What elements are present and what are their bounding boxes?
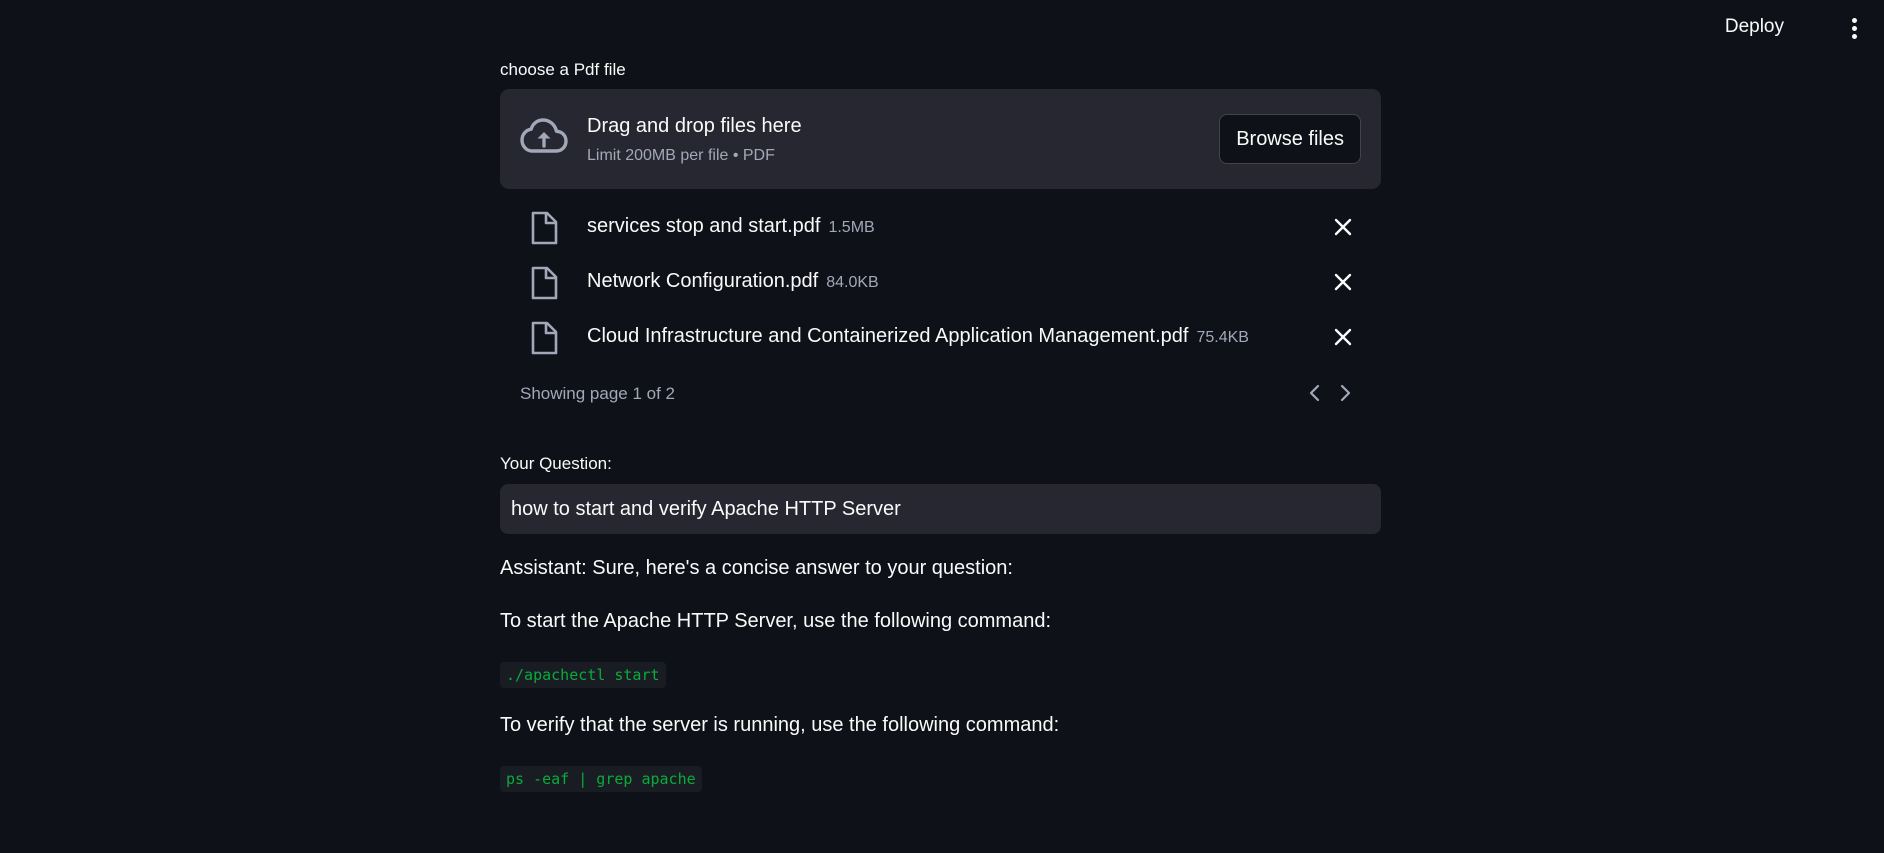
uploader-label: choose a Pdf file <box>500 60 626 79</box>
start-instruction: To start the Apache HTTP Server, use the… <box>500 610 1052 632</box>
assistant-intro: Assistant: Sure, here's a concise answer… <box>500 557 1013 579</box>
file-icon <box>530 321 558 360</box>
file-name: Cloud Infrastructure and Containerized A… <box>587 325 1249 347</box>
browse-files-button[interactable]: Browse files <box>1219 114 1361 164</box>
dropzone-limit-text: Limit 200MB per file • PDF <box>587 147 775 164</box>
question-label: Your Question: <box>500 454 612 473</box>
file-icon <box>530 211 558 250</box>
deploy-button[interactable]: Deploy <box>1725 16 1784 38</box>
file-dropzone[interactable]: Drag and drop files here Limit 200MB per… <box>500 89 1381 189</box>
file-name: Network Configuration.pdf 84.0KB <box>587 270 879 292</box>
uploaded-file-row: Cloud Infrastructure and Containerized A… <box>500 318 1381 358</box>
start-command-code: ./apachectl start <box>500 662 666 688</box>
uploaded-file-row: Network Configuration.pdf 84.0KB <box>500 263 1381 303</box>
verify-command-code: ps -eaf | grep apache <box>500 766 702 792</box>
close-icon[interactable] <box>1333 327 1353 352</box>
more-vertical-icon[interactable] <box>1848 18 1860 40</box>
file-size: 75.4KB <box>1196 329 1249 346</box>
pagination-text: Showing page 1 of 2 <box>520 384 676 403</box>
question-input[interactable]: how to start and verify Apache HTTP Serv… <box>500 484 1381 534</box>
file-size: 84.0KB <box>826 274 879 291</box>
verify-instruction: To verify that the server is running, us… <box>500 714 1060 736</box>
chevron-right-icon[interactable] <box>1336 383 1354 408</box>
file-size: 1.5MB <box>828 219 875 236</box>
file-name: services stop and start.pdf 1.5MB <box>587 215 875 237</box>
chevron-left-icon[interactable] <box>1306 383 1324 408</box>
close-icon[interactable] <box>1333 217 1353 242</box>
file-icon <box>530 266 558 305</box>
uploaded-file-row: services stop and start.pdf 1.5MB <box>500 208 1381 248</box>
dropzone-title: Drag and drop files here <box>587 115 802 137</box>
cloud-upload-icon <box>520 117 568 162</box>
app-header: Deploy <box>0 0 1884 58</box>
close-icon[interactable] <box>1333 272 1353 297</box>
